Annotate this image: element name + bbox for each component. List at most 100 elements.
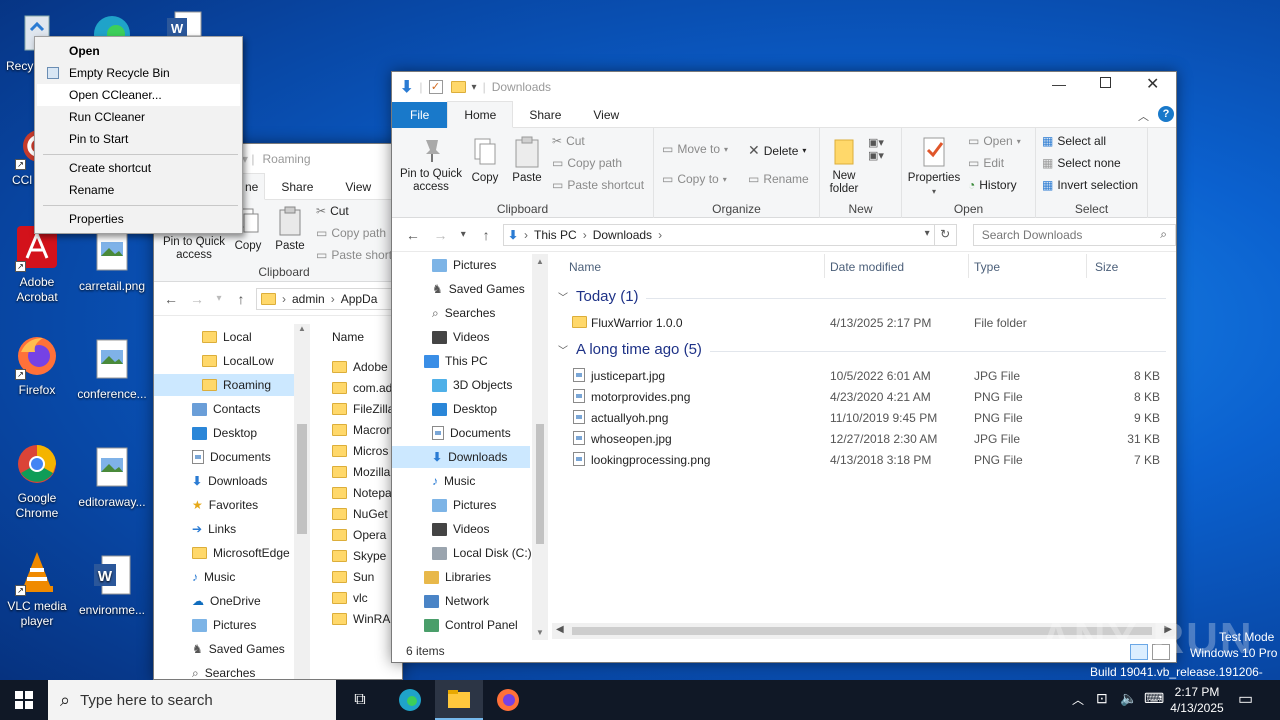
file-row[interactable]: whoseopen.jpg 12/27/2018 2:30 AM JPG Fil… bbox=[550, 428, 1170, 449]
copy-button[interactable]: Copy bbox=[468, 136, 502, 185]
collapse-ribbon-icon[interactable]: ︿ bbox=[1138, 108, 1149, 124]
list-item[interactable]: WinRAR bbox=[332, 608, 399, 630]
tree-item-documents[interactable]: Documents bbox=[192, 446, 271, 468]
new-folder-button[interactable]: New folder bbox=[826, 136, 862, 196]
list-item[interactable]: vlc bbox=[332, 587, 368, 609]
paste-button[interactable]: Paste bbox=[272, 206, 308, 253]
tree-item-favorites[interactable]: ★ Favorites bbox=[192, 494, 258, 516]
invert-selection-button[interactable]: ▦ Invert selection bbox=[1042, 178, 1138, 192]
move-to-button[interactable]: ▭ Move to ▾ bbox=[662, 142, 728, 156]
navigation-pane[interactable]: Pictures ♞ Saved Games ⌕ Searches Videos T… bbox=[392, 254, 532, 640]
network-tray-icon[interactable]: ⊡ bbox=[1096, 690, 1108, 707]
nav-item-control-panel[interactable]: Control Panel bbox=[424, 614, 518, 636]
scroll-up-icon[interactable]: ▲ bbox=[532, 257, 548, 266]
forward-arrow-icon[interactable]: → bbox=[430, 227, 452, 243]
tab-file[interactable]: File bbox=[392, 101, 448, 128]
nav-item-videos[interactable]: Videos bbox=[432, 326, 489, 348]
select-none-button[interactable]: ▦ Select none bbox=[1042, 156, 1121, 170]
back-arrow-icon[interactable]: ← bbox=[402, 227, 424, 243]
nav-item-documents[interactable]: Documents bbox=[432, 422, 511, 444]
tree-item-saved-games[interactable]: ♞ Saved Games bbox=[192, 638, 285, 660]
menu-item-run-ccleaner[interactable]: Run CCleaner bbox=[37, 106, 240, 128]
tab-home[interactable]: Home bbox=[447, 101, 514, 128]
tab-share[interactable]: Share bbox=[513, 102, 577, 128]
scroll-down-icon[interactable]: ▼ bbox=[532, 628, 548, 637]
list-item[interactable]: Macron bbox=[332, 419, 393, 441]
group-header-long-time-ago[interactable]: ﹀ A long time ago (5) bbox=[558, 341, 702, 358]
tree-item-microsoftedge[interactable]: MicrosoftEdge bbox=[192, 542, 290, 564]
paste-shortcut-button[interactable]: ▭ Paste shortcut bbox=[552, 178, 644, 192]
forward-arrow-icon[interactable]: → bbox=[186, 291, 208, 307]
edge-desktop-icon[interactable] bbox=[88, 8, 136, 52]
desktop-icon-environment[interactable]: W environme... bbox=[75, 552, 149, 618]
volume-icon[interactable]: 🔈 bbox=[1120, 690, 1137, 707]
maximize-button[interactable] bbox=[1100, 77, 1111, 88]
list-item[interactable]: NuGet bbox=[332, 503, 388, 525]
new-folder-quick-icon[interactable] bbox=[450, 81, 466, 93]
nav-item-searches[interactable]: ⌕ Searches bbox=[432, 302, 495, 324]
address-bar[interactable]: ⬇ › This PC › Downloads › ▾ ↻ bbox=[502, 223, 957, 246]
tab-view[interactable]: View bbox=[577, 102, 635, 128]
taskbar-edge[interactable] bbox=[386, 680, 434, 720]
properties-quick-icon[interactable]: ✓ bbox=[428, 80, 443, 94]
cut-button[interactable]: ✂ Cut bbox=[316, 204, 349, 218]
tab-share[interactable]: Share bbox=[265, 174, 329, 200]
rename-button[interactable]: ▭ Rename bbox=[748, 172, 809, 186]
cut-button[interactable]: ✂ Cut bbox=[552, 134, 585, 148]
recent-dropdown-icon[interactable]: ▾ bbox=[457, 229, 469, 240]
open-button[interactable]: ▭ Open ▾ bbox=[968, 134, 1021, 148]
edit-button[interactable]: ▭ Edit bbox=[968, 156, 1004, 170]
desktop-icon-conference[interactable]: conference... bbox=[75, 336, 149, 402]
start-button[interactable] bbox=[0, 680, 48, 720]
file-row[interactable]: lookingprocessing.png 4/13/2018 3:18 PM … bbox=[550, 449, 1170, 470]
tree-item-links[interactable]: ➔ Links bbox=[192, 518, 236, 540]
quick-access-dropdown-icon[interactable]: ▾ bbox=[472, 82, 477, 93]
taskbar-search-box[interactable]: ⌕ Type here to search bbox=[48, 680, 336, 720]
scroll-up-icon[interactable]: ▲ bbox=[294, 324, 310, 333]
tree-item-local[interactable]: Local bbox=[202, 326, 294, 348]
notifications-icon[interactable]: ▭ bbox=[1238, 689, 1253, 709]
paste-shortcut-button[interactable]: ▭ Paste short bbox=[316, 248, 392, 262]
group-header-today[interactable]: ﹀ Today (1) bbox=[558, 288, 639, 305]
column-header-name[interactable]: Name bbox=[332, 330, 364, 344]
show-hidden-icons[interactable]: ︿ bbox=[1072, 691, 1084, 708]
breadcrumb-downloads[interactable]: Downloads bbox=[593, 228, 652, 242]
list-item[interactable]: Mozilla bbox=[332, 461, 390, 483]
address-bar[interactable]: › admin › AppDa bbox=[256, 287, 396, 310]
nav-item-pictures-2[interactable]: Pictures bbox=[432, 494, 496, 516]
nav-item-this-pc[interactable]: This PC bbox=[424, 350, 488, 372]
task-view-button[interactable]: ⧉ bbox=[336, 680, 384, 720]
navigation-pane[interactable]: Local LocalLow Roaming Contacts Desktop … bbox=[154, 324, 304, 680]
menu-item-properties[interactable]: Properties bbox=[37, 208, 240, 230]
tree-item-locallow[interactable]: LocalLow bbox=[202, 350, 294, 372]
select-all-button[interactable]: ▦ Select all bbox=[1042, 134, 1106, 148]
paste-button[interactable]: Paste bbox=[508, 136, 546, 185]
column-header-name[interactable]: Name bbox=[569, 260, 601, 274]
new-item-button[interactable]: ▣▾ ▣▾ bbox=[868, 136, 890, 180]
recent-dropdown-icon[interactable]: ▾ bbox=[212, 293, 226, 304]
menu-item-open-ccleaner[interactable]: Open CCleaner... bbox=[37, 84, 240, 106]
menu-item-pin-to-start[interactable]: Pin to Start bbox=[37, 128, 240, 150]
column-header-size[interactable]: Size bbox=[1095, 260, 1118, 274]
desktop-icon-chrome[interactable]: Google Chrome bbox=[0, 440, 74, 521]
close-button[interactable]: ✕ bbox=[1146, 74, 1159, 94]
desktop-icon-firefox[interactable]: ↗ Firefox bbox=[0, 332, 74, 398]
properties-button[interactable]: Properties ▾ bbox=[906, 136, 962, 198]
file-row[interactable]: justicepart.jpg 10/5/2022 6:01 AM JPG Fi… bbox=[550, 365, 1170, 386]
list-item[interactable]: Notepa bbox=[332, 482, 392, 504]
list-item[interactable]: Sun bbox=[332, 566, 374, 588]
delete-button[interactable]: ✕ Delete ▾ bbox=[748, 142, 806, 159]
list-item[interactable]: FileZilla bbox=[332, 398, 394, 420]
tree-item-searches[interactable]: ⌕ Searches bbox=[192, 662, 255, 680]
menu-item-empty-recycle-bin[interactable]: Empty Recycle Bin bbox=[37, 62, 240, 84]
menu-item-open[interactable]: Open bbox=[37, 40, 240, 62]
taskbar-firefox[interactable] bbox=[484, 680, 532, 720]
tree-item-desktop[interactable]: Desktop bbox=[192, 422, 257, 444]
column-header-type[interactable]: Type bbox=[974, 260, 1000, 274]
file-row[interactable]: motorprovides.png 4/23/2020 4:21 AM PNG … bbox=[550, 386, 1170, 407]
refresh-icon[interactable]: ↻ bbox=[933, 223, 956, 246]
file-row[interactable]: FluxWarrior 1.0.0 4/13/2025 2:17 PM File… bbox=[550, 312, 1170, 333]
system-clock[interactable]: 2:17 PM 4/13/2025 bbox=[1166, 684, 1228, 716]
breadcrumb-appdata[interactable]: AppDa bbox=[341, 292, 378, 306]
menu-item-create-shortcut[interactable]: Create shortcut bbox=[37, 157, 240, 179]
